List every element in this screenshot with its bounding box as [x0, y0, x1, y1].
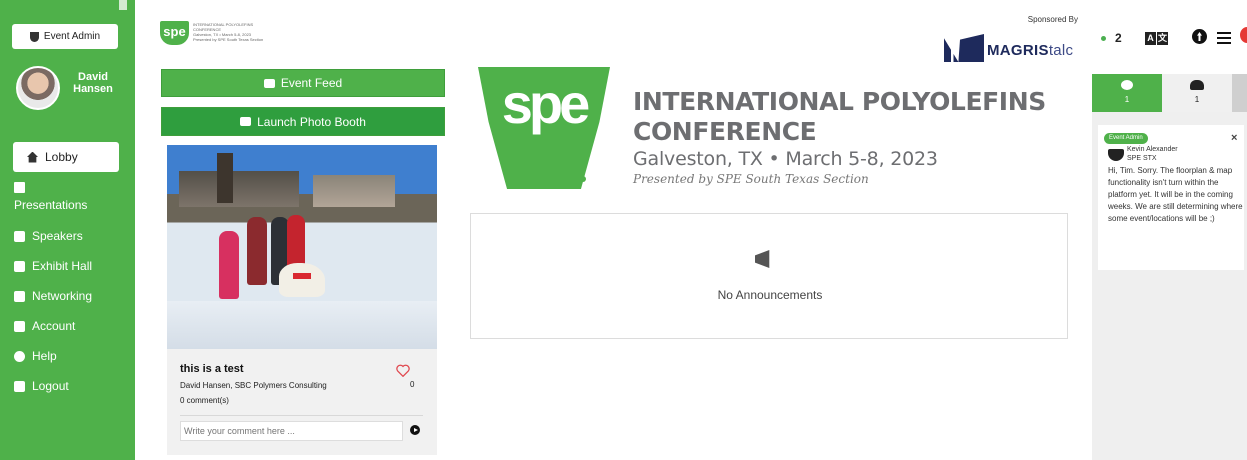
- photo-booth-label: Launch Photo Booth: [257, 114, 366, 129]
- sponsor-label: Sponsored By: [1027, 15, 1078, 24]
- home-icon: [27, 151, 38, 163]
- sender-name: Kevin Alexander: [1127, 146, 1178, 153]
- sidebar-item-account[interactable]: Account: [14, 313, 75, 339]
- event-admin-label: Event Admin: [43, 31, 101, 42]
- event-feed-button[interactable]: Event Feed: [161, 69, 445, 97]
- user-profile[interactable]: David Hansen: [16, 66, 126, 110]
- speaker-icon: [14, 230, 25, 242]
- sidebar-item-label: Exhibit Hall: [32, 259, 93, 273]
- sidebar-item-lobby[interactable]: Lobby: [13, 142, 119, 172]
- gear-icon: [14, 320, 25, 332]
- photo-house: [313, 175, 395, 207]
- sidebar-item-label: Logout: [32, 379, 69, 393]
- avatar: [16, 66, 60, 110]
- divider: [180, 415, 423, 416]
- conference-logo-text: INTERNATIONAL POLYOLEFINS CONFERENCE Gal…: [193, 22, 303, 42]
- tab-attendees[interactable]: 1: [1162, 74, 1232, 112]
- announcements-panel: No Announcements: [470, 213, 1068, 339]
- post-title: this is a test: [180, 363, 244, 375]
- tab-more[interactable]: [1232, 74, 1247, 112]
- conference-logo-small[interactable]: spe: [160, 21, 189, 45]
- sidebar-item-label: Account: [32, 319, 76, 333]
- conference-title: INTERNATIONAL POLYOLEFINS CONFERENCE: [633, 87, 1046, 146]
- photo-child: [247, 217, 267, 285]
- spe-logo: spe: [478, 67, 610, 189]
- online-status-icon: [1101, 36, 1106, 41]
- photo-snow: [167, 301, 437, 349]
- heart-icon[interactable]: [396, 364, 410, 377]
- tab-count: 1: [1194, 95, 1200, 104]
- chat-message: Event Admin × Kevin Alexander SPE STX Hi…: [1098, 125, 1244, 270]
- photo-child: [219, 231, 239, 299]
- sponsor-name-light: talc: [1048, 42, 1074, 59]
- sidebar-item-exhibit-hall[interactable]: Exhibit Hall: [14, 253, 92, 279]
- logo-dot: [580, 176, 586, 182]
- feed-post: this is a test David Hansen, SBC Polymer…: [167, 145, 437, 455]
- image-icon: [263, 78, 275, 88]
- post-comment-count[interactable]: 0 comment(s): [180, 396, 229, 405]
- sender-org: SPE STX: [1127, 155, 1157, 162]
- tab-count: 1: [1124, 95, 1130, 104]
- megaphone-icon: [755, 250, 770, 268]
- photo-scarf: [293, 273, 311, 279]
- sidebar-item-label: Help: [32, 349, 57, 363]
- comment-input[interactable]: [180, 421, 403, 441]
- sidebar-item-help[interactable]: Help: [14, 343, 57, 369]
- accessibility-icon[interactable]: [1192, 29, 1207, 44]
- message-body: Hi, Tim. Sorry. The floorplan & map func…: [1108, 166, 1243, 223]
- photo-booth-button[interactable]: Launch Photo Booth: [161, 107, 445, 136]
- sidebar-item-speakers[interactable]: Speakers: [14, 223, 83, 249]
- logo-text-line: Presented by SPE South Texas Section: [193, 37, 264, 42]
- close-icon[interactable]: ×: [1231, 132, 1237, 144]
- logout-icon: [14, 380, 25, 392]
- event-feed-label: Event Feed: [280, 76, 343, 90]
- photo-tree: [217, 153, 233, 203]
- sponsor-mark-icon: [944, 34, 984, 62]
- shield-icon: [29, 31, 39, 42]
- camera-icon: [240, 117, 252, 126]
- notification-badge: [1240, 27, 1247, 43]
- tab-chat[interactable]: 1: [1092, 74, 1162, 112]
- panel-tabs: 1 1: [1092, 74, 1247, 112]
- sidebar-item-networking[interactable]: Networking: [14, 283, 92, 309]
- photo-house: [179, 171, 299, 207]
- translate-letter: 文: [1157, 32, 1168, 45]
- sponsor-logo[interactable]: MAGRIStalc: [944, 34, 1076, 64]
- sidebar-item-label: Presentations: [14, 198, 88, 212]
- info-icon: [14, 350, 25, 362]
- menu-icon[interactable]: [1217, 32, 1231, 44]
- sidebar-item-label: Lobby: [45, 150, 78, 164]
- lock-icon: [119, 0, 127, 10]
- event-admin-button[interactable]: Event Admin: [12, 24, 118, 49]
- conference-dates: Galveston, TX • March 5-8, 2023: [633, 148, 938, 170]
- like-count: 0: [410, 380, 415, 389]
- conference-presenter: Presented by SPE South Texas Section: [633, 172, 869, 186]
- sidebar: Event Admin David Hansen Lobby Presentat…: [0, 0, 135, 460]
- post-author: David Hansen, SBC Polymers Consulting: [180, 381, 327, 390]
- calendar-icon: [14, 182, 25, 193]
- chat-icon: [1121, 80, 1133, 90]
- sender-avatar: [1108, 149, 1124, 161]
- translate-icon[interactable]: A 文: [1145, 32, 1169, 45]
- send-icon[interactable]: [410, 425, 420, 435]
- booth-icon: [14, 260, 25, 272]
- people-icon: [14, 290, 25, 302]
- sponsor-name: MAGRIStalc: [987, 42, 1073, 59]
- people-icon: [1190, 80, 1204, 90]
- role-badge: Event Admin: [1104, 133, 1148, 144]
- sidebar-item-logout[interactable]: Logout: [14, 373, 69, 399]
- chat-panel: 1 1 Event Admin × Kevin Alexander SPE ST…: [1092, 74, 1247, 460]
- no-announcements-text: No Announcements: [717, 288, 823, 302]
- sponsor-name-bold: MAGRIS: [987, 42, 1049, 59]
- online-count[interactable]: 2: [1115, 31, 1122, 45]
- sidebar-item-presentations[interactable]: Presentations: [14, 182, 87, 216]
- sidebar-item-label: Networking: [32, 289, 93, 303]
- post-photo[interactable]: [167, 145, 437, 349]
- user-name: David Hansen: [73, 71, 113, 95]
- sidebar-item-label: Speakers: [32, 229, 83, 243]
- photo-dog: [279, 263, 325, 297]
- translate-letter: A: [1145, 32, 1156, 45]
- top-toolbar: 2 A 文: [1090, 24, 1247, 52]
